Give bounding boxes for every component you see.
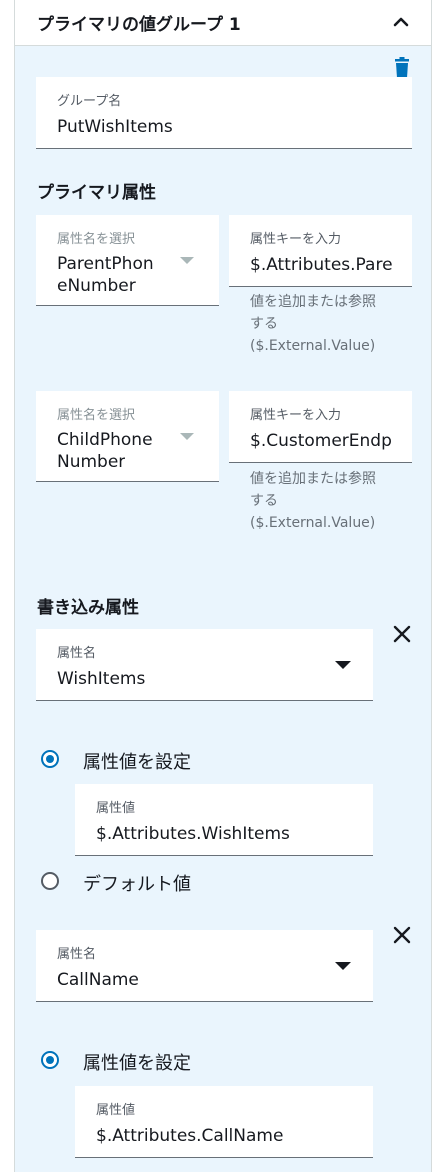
set-attribute-value-label: 属性値を設定: [83, 752, 191, 773]
attribute-value-value: $.Attributes.CallName: [96, 1126, 284, 1146]
attribute-name-label: 属性名を選択: [57, 408, 136, 423]
hint-line: 値を追加または参照: [250, 294, 376, 310]
set-attribute-value-radio[interactable]: [41, 1051, 59, 1069]
attribute-key-value: $.Attributes.Pare: [250, 255, 393, 275]
primary-attributes-title: プライマリ属性: [37, 183, 156, 203]
attribute-key-value: $.CustomerEndp: [250, 431, 392, 451]
set-attribute-value-label: 属性値を設定: [83, 1053, 191, 1074]
close-icon[interactable]: [391, 924, 413, 946]
write-attribute-name-select[interactable]: 属性名 CallName: [36, 930, 373, 1002]
attribute-key-label: 属性キーを入力: [250, 408, 342, 423]
default-value-label: デフォルト値: [83, 874, 191, 895]
chevron-up-icon[interactable]: [391, 12, 411, 32]
attribute-key-hint: 値を追加または参照 する ($.External.Value): [250, 468, 400, 534]
caret-down-icon: [335, 962, 351, 970]
group-name-field[interactable]: グループ名 PutWishItems: [36, 77, 412, 149]
attribute-value-input[interactable]: 属性値 $.Attributes.WishItems: [75, 784, 373, 856]
caret-down-icon: [180, 257, 194, 264]
attribute-key-input[interactable]: 属性キーを入力 $.CustomerEndp: [229, 391, 412, 463]
hint-line: 値を追加または参照: [250, 471, 376, 487]
attribute-value-label: 属性値: [96, 1103, 136, 1118]
attribute-key-input[interactable]: 属性キーを入力 $.Attributes.Pare: [229, 215, 412, 287]
trash-icon[interactable]: [393, 57, 411, 79]
attribute-value-label: 属性値: [96, 801, 136, 816]
default-value-radio[interactable]: [41, 872, 59, 890]
attribute-name-value-line1: ParentPhon: [57, 254, 154, 274]
write-attribute-name-label: 属性名: [57, 646, 97, 661]
hint-line: ($.External.Value): [250, 338, 376, 354]
attribute-name-value-line1: ChildPhone: [57, 430, 153, 450]
attribute-value-value: $.Attributes.WishItems: [96, 824, 290, 844]
set-attribute-value-radio[interactable]: [41, 750, 59, 768]
hint-line: する: [250, 493, 278, 509]
value-group-panel: プライマリの値グループ 1 グループ名 PutWishItems プライマリ属性…: [14, 0, 432, 1172]
group-name-value: PutWishItems: [57, 117, 173, 137]
attribute-name-value-line2: eNumber: [57, 276, 136, 296]
write-attribute-name-label: 属性名: [57, 947, 97, 962]
attribute-value-input[interactable]: 属性値 $.Attributes.CallName: [75, 1086, 373, 1158]
value-group-title: プライマリの値グループ 1: [37, 15, 241, 35]
write-attributes-title: 書き込み属性: [37, 598, 139, 618]
attribute-key-hint: 値を追加または参照 する ($.External.Value): [250, 291, 400, 357]
write-attribute-name-value: WishItems: [57, 669, 146, 689]
attribute-name-select[interactable]: 属性名を選択 ParentPhon eNumber: [36, 215, 219, 306]
hint-line: する: [250, 316, 278, 332]
attribute-name-select[interactable]: 属性名を選択 ChildPhone Number: [36, 391, 219, 482]
close-icon[interactable]: [391, 623, 413, 645]
value-group-header[interactable]: プライマリの値グループ 1: [15, 0, 431, 46]
hint-line: ($.External.Value): [250, 515, 376, 531]
write-attribute-name-select[interactable]: 属性名 WishItems: [36, 629, 373, 701]
group-name-label: グループ名: [57, 94, 122, 109]
attribute-key-label: 属性キーを入力: [250, 232, 342, 247]
attribute-name-label: 属性名を選択: [57, 232, 136, 247]
attribute-name-value-line2: Number: [57, 452, 126, 472]
caret-down-icon: [180, 433, 194, 440]
write-attribute-name-value: CallName: [57, 970, 139, 990]
caret-down-icon: [335, 661, 351, 669]
